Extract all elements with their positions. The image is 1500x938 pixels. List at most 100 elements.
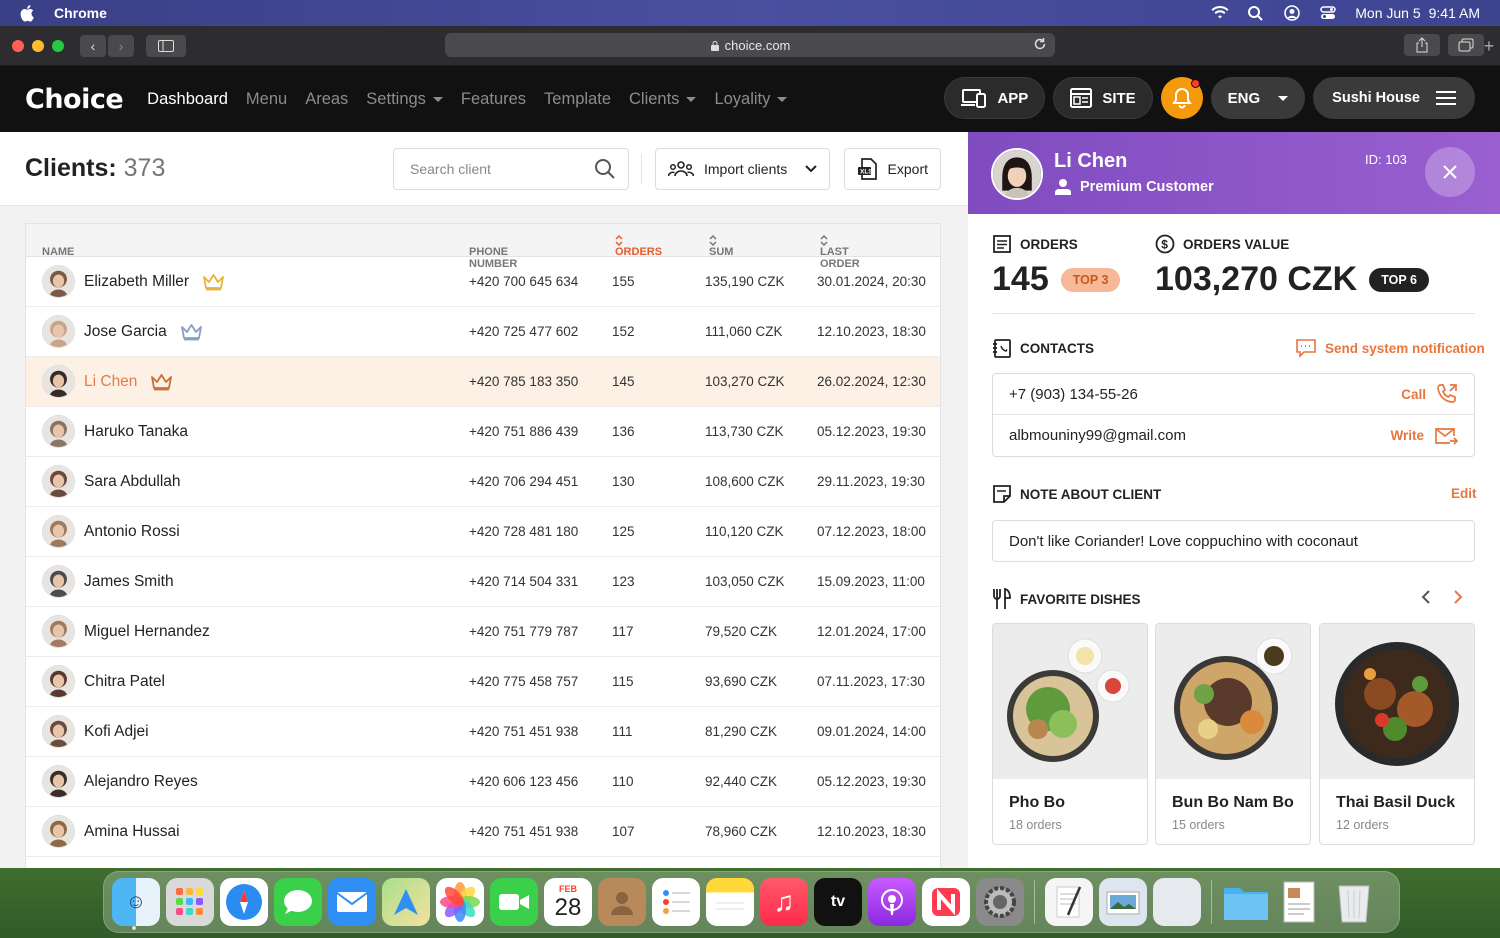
client-avatar <box>42 715 75 748</box>
calendar-icon[interactable]: FEB 28 <box>544 878 592 926</box>
client-name-cell[interactable]: Alejandro Reyes <box>42 765 198 798</box>
edit-note-link[interactable]: Edit <box>1451 486 1477 501</box>
spotlight-search-icon[interactable] <box>1247 5 1265 21</box>
search-client-input[interactable]: Search client <box>393 148 629 190</box>
client-name-cell[interactable]: Antonio Rossi <box>42 515 180 548</box>
blank-app-icon[interactable] <box>1153 878 1201 926</box>
photos-icon[interactable] <box>436 878 484 926</box>
close-panel-button[interactable] <box>1425 147 1475 197</box>
safari-icon[interactable] <box>220 878 268 926</box>
app-button[interactable]: APP <box>944 77 1046 119</box>
client-name-cell[interactable]: Kofi Adjei <box>42 715 149 748</box>
nav-loyality[interactable]: Loyality <box>714 90 788 109</box>
new-tab-button[interactable]: + <box>1478 36 1500 58</box>
nav-menu[interactable]: Menu <box>246 90 287 109</box>
nav-template[interactable]: Template <box>544 90 611 109</box>
table-row[interactable]: Elizabeth Miller +420 700 645 634 155 135,1… <box>26 257 940 307</box>
nav-clients[interactable]: Clients <box>629 90 697 109</box>
contacts-icon[interactable] <box>598 878 646 926</box>
users-group-icon <box>668 161 694 177</box>
send-notification-link[interactable]: Send system notification <box>1295 338 1485 358</box>
nav-areas[interactable]: Areas <box>305 90 348 109</box>
nav-dashboard[interactable]: Dashboard <box>147 90 228 109</box>
control-center-icon[interactable] <box>1319 5 1337 21</box>
column-sum[interactable]: SUM <box>709 235 733 258</box>
notes-icon[interactable] <box>706 878 754 926</box>
table-row[interactable]: Haruko Tanaka +420 751 886 439 136 113,730 … <box>26 407 940 457</box>
user-account-icon[interactable] <box>1283 5 1301 21</box>
news-icon[interactable] <box>922 878 970 926</box>
table-row[interactable] <box>26 857 940 868</box>
choice-logo[interactable]: Choice <box>25 84 124 115</box>
table-row[interactable]: Sara Abdullah +420 706 294 451 130 108,600 … <box>26 457 940 507</box>
wifi-icon[interactable] <box>1211 5 1229 21</box>
export-button[interactable]: XLS Export <box>844 148 941 190</box>
reload-icon[interactable] <box>1033 37 1047 51</box>
reminders-icon[interactable] <box>652 878 700 926</box>
apple-tv-icon[interactable]: tv <box>814 878 862 926</box>
music-icon[interactable]: ♫ <box>760 878 808 926</box>
client-name-cell[interactable]: Elizabeth Miller <box>42 265 225 298</box>
venue-menu-button[interactable]: Sushi House <box>1313 77 1475 119</box>
address-bar[interactable]: choice.com <box>445 33 1055 57</box>
messages-icon[interactable] <box>274 878 322 926</box>
mail-icon[interactable] <box>328 878 376 926</box>
back-button[interactable]: ‹ <box>80 34 106 57</box>
notifications-button[interactable] <box>1160 77 1203 119</box>
dish-card[interactable]: Thai Basil Duck 12 orders <box>1319 623 1475 845</box>
sidebar-toggle-button[interactable] <box>146 34 186 57</box>
finder-running-indicator <box>132 926 136 930</box>
finder-icon[interactable]: ☺ <box>112 878 160 926</box>
launchpad-icon[interactable] <box>166 878 214 926</box>
textedit-icon[interactable] <box>1045 878 1093 926</box>
chevron-right-icon[interactable] <box>1452 590 1464 604</box>
trash-icon[interactable] <box>1330 878 1378 926</box>
nav-features[interactable]: Features <box>461 90 526 109</box>
column-orders[interactable]: ORDERS <box>615 235 662 258</box>
menu-bar-clock[interactable]: Mon Jun 5 9:41 AM <box>1355 5 1480 21</box>
facetime-icon[interactable] <box>490 878 538 926</box>
share-button[interactable] <box>1404 34 1440 56</box>
table-row[interactable]: Li Chen +420 785 183 350 145 103,270 CZK 26.… <box>26 357 940 407</box>
table-row[interactable]: Antonio Rossi +420 728 481 180 125 110,120 … <box>26 507 940 557</box>
import-clients-button[interactable]: Import clients <box>655 148 830 190</box>
language-selector[interactable]: ENG <box>1210 77 1306 119</box>
dish-card[interactable]: Bun Bo Nam Bo 15 orders <box>1155 623 1311 845</box>
client-name: Sara Abdullah <box>84 472 181 490</box>
downloads-folder-icon[interactable] <box>1222 878 1270 926</box>
podcasts-icon[interactable] <box>868 878 916 926</box>
zoom-window-button[interactable] <box>52 39 64 52</box>
write-button[interactable]: Write <box>1390 426 1458 446</box>
call-button[interactable]: Call <box>1401 383 1458 405</box>
system-settings-icon[interactable] <box>976 878 1024 926</box>
chevron-left-icon[interactable] <box>1420 590 1432 604</box>
table-row[interactable]: Jose Garcia +420 725 477 602 152 111,060 CZ… <box>26 307 940 357</box>
table-row[interactable]: Amina Hussai +420 751 451 938 107 78,960 CZ… <box>26 807 940 857</box>
forward-button[interactable]: › <box>108 34 134 57</box>
dish-card[interactable]: Pho Bo 18 orders <box>992 623 1148 845</box>
column-last-order[interactable]: LAST ORDER <box>820 235 860 270</box>
client-name-cell[interactable]: Miguel Hernandez <box>42 615 210 648</box>
client-name-cell[interactable]: Jose Garcia <box>42 315 203 348</box>
apple-icon[interactable] <box>20 4 36 22</box>
minimize-window-button[interactable] <box>32 39 44 52</box>
table-row[interactable]: James Smith +420 714 504 331 123 103,050 CZ… <box>26 557 940 607</box>
document-stack-icon[interactable] <box>1276 878 1324 926</box>
table-row[interactable]: Chitra Patel +420 775 458 757 115 93,690 CZ… <box>26 657 940 707</box>
client-name-cell[interactable]: James Smith <box>42 565 174 598</box>
site-button[interactable]: SITE <box>1053 77 1153 119</box>
maps-icon[interactable] <box>382 878 430 926</box>
active-app-name[interactable]: Chrome <box>54 5 107 21</box>
client-name-cell[interactable]: Haruko Tanaka <box>42 415 188 448</box>
nav-settings[interactable]: Settings <box>366 90 443 109</box>
preview-icon[interactable] <box>1099 878 1147 926</box>
table-row[interactable]: Alejandro Reyes +420 606 123 456 110 92,440… <box>26 757 940 807</box>
table-row[interactable]: Kofi Adjei +420 751 451 938 111 81,290 CZK 0… <box>26 707 940 757</box>
close-window-button[interactable] <box>12 39 24 52</box>
client-name-cell[interactable]: Sara Abdullah <box>42 465 181 498</box>
client-name-cell[interactable]: Amina Hussai <box>42 815 180 848</box>
table-row[interactable]: Miguel Hernandez +420 751 779 787 117 79,52… <box>26 607 940 657</box>
client-name-cell[interactable]: Li Chen <box>42 365 173 398</box>
search-icon[interactable] <box>594 158 616 180</box>
client-name-cell[interactable]: Chitra Patel <box>42 665 165 698</box>
